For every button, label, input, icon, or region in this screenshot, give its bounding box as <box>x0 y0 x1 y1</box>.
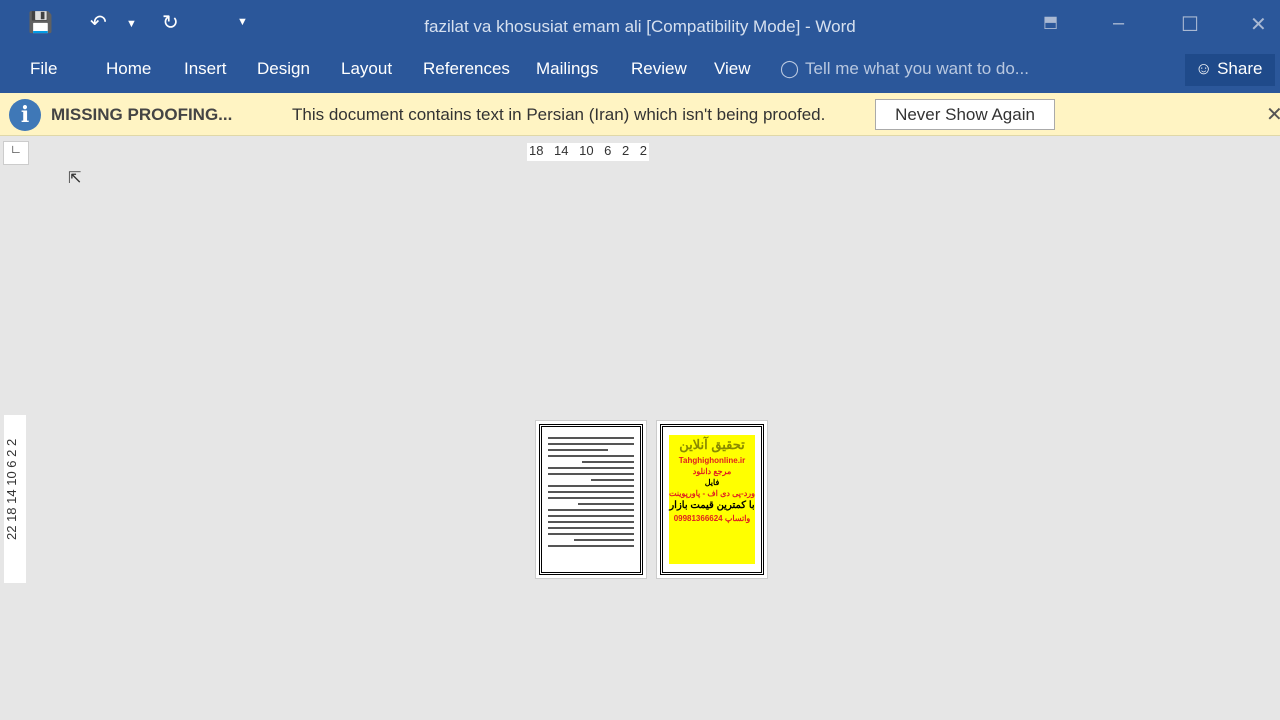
tab-design[interactable]: Design <box>257 59 310 79</box>
ruler-tick: 14 <box>554 143 569 158</box>
vertical-ruler[interactable]: 22 18 14 10 6 2 2 <box>4 415 26 583</box>
ruler-tick: 6 <box>604 143 612 158</box>
message-text: This document contains text in Persian (… <box>292 105 826 124</box>
ad-whatsapp: واتساپ <box>724 514 751 523</box>
share-button[interactable]: ☺ Share <box>1185 54 1275 86</box>
tab-selector[interactable]: ∟ <box>3 141 29 165</box>
info-icon: i <box>9 99 41 131</box>
ruler-tick: 10 <box>579 143 594 158</box>
ruler-tick: 2 <box>621 143 630 158</box>
tell-me-input[interactable]: Tell me what you want to do... <box>805 59 1029 79</box>
ribbon-display-icon[interactable]: ⬒ <box>1043 12 1058 32</box>
ruler-tick: 18 <box>529 143 544 158</box>
close-message-icon[interactable]: ✕ <box>1266 102 1280 127</box>
message-bar: i MISSING PROOFING... This document cont… <box>0 93 1280 136</box>
never-show-again-button[interactable]: Never Show Again <box>875 99 1055 130</box>
tab-file[interactable]: File <box>30 59 57 79</box>
ad-site: Tahghighonline.ir <box>678 456 746 465</box>
tab-review[interactable]: Review <box>631 59 687 79</box>
page-thumbnail-2[interactable]: تحقیق آنلاین Tahghighonline.ir مرجع دانل… <box>656 420 768 579</box>
window-title: fazilat va khosusiat emam ali [Compatibi… <box>424 17 856 36</box>
ad-line: فایل <box>704 478 720 487</box>
minimize-icon[interactable]: – <box>1113 12 1124 35</box>
title-bar: 💾 ↶ ▼ ↻ ▼ fazilat va khosusiat emam ali … <box>0 0 1280 50</box>
advertisement: تحقیق آنلاین Tahghighonline.ir مرجع دانل… <box>660 424 764 575</box>
ad-line: با کمترین قیمت بازار <box>669 500 755 511</box>
mouse-cursor-icon: ⇱ <box>68 170 82 187</box>
share-label: Share <box>1217 59 1263 78</box>
tab-view[interactable]: View <box>714 59 751 79</box>
tab-layout[interactable]: Layout <box>341 59 392 79</box>
ad-title: تحقیق آنلاین <box>679 437 745 452</box>
tab-mailings[interactable]: Mailings <box>536 59 598 79</box>
tab-home[interactable]: Home <box>106 59 151 79</box>
tab-insert[interactable]: Insert <box>184 59 227 79</box>
person-add-icon: ☺ <box>1195 59 1213 78</box>
lightbulb-icon: ◯ <box>780 59 800 78</box>
message-title: MISSING PROOFING... <box>51 105 233 124</box>
ruler-tick: 2 <box>639 143 647 158</box>
ad-line: ورد-پی دی اف - پاورپوینت <box>669 489 755 498</box>
maximize-icon[interactable]: ☐ <box>1181 12 1199 37</box>
ad-line: مرجع دانلود <box>692 467 732 476</box>
ad-phone: 09981366624 <box>673 514 723 523</box>
ribbon-tabs: File Home Insert Design Layout Reference… <box>0 50 1280 93</box>
close-icon[interactable]: ✕ <box>1250 12 1267 37</box>
tab-references[interactable]: References <box>423 59 510 79</box>
horizontal-ruler[interactable]: 18 14 10 6 2 2 <box>527 143 649 161</box>
page-text-block <box>539 424 643 575</box>
page-thumbnail-1[interactable] <box>535 420 647 579</box>
